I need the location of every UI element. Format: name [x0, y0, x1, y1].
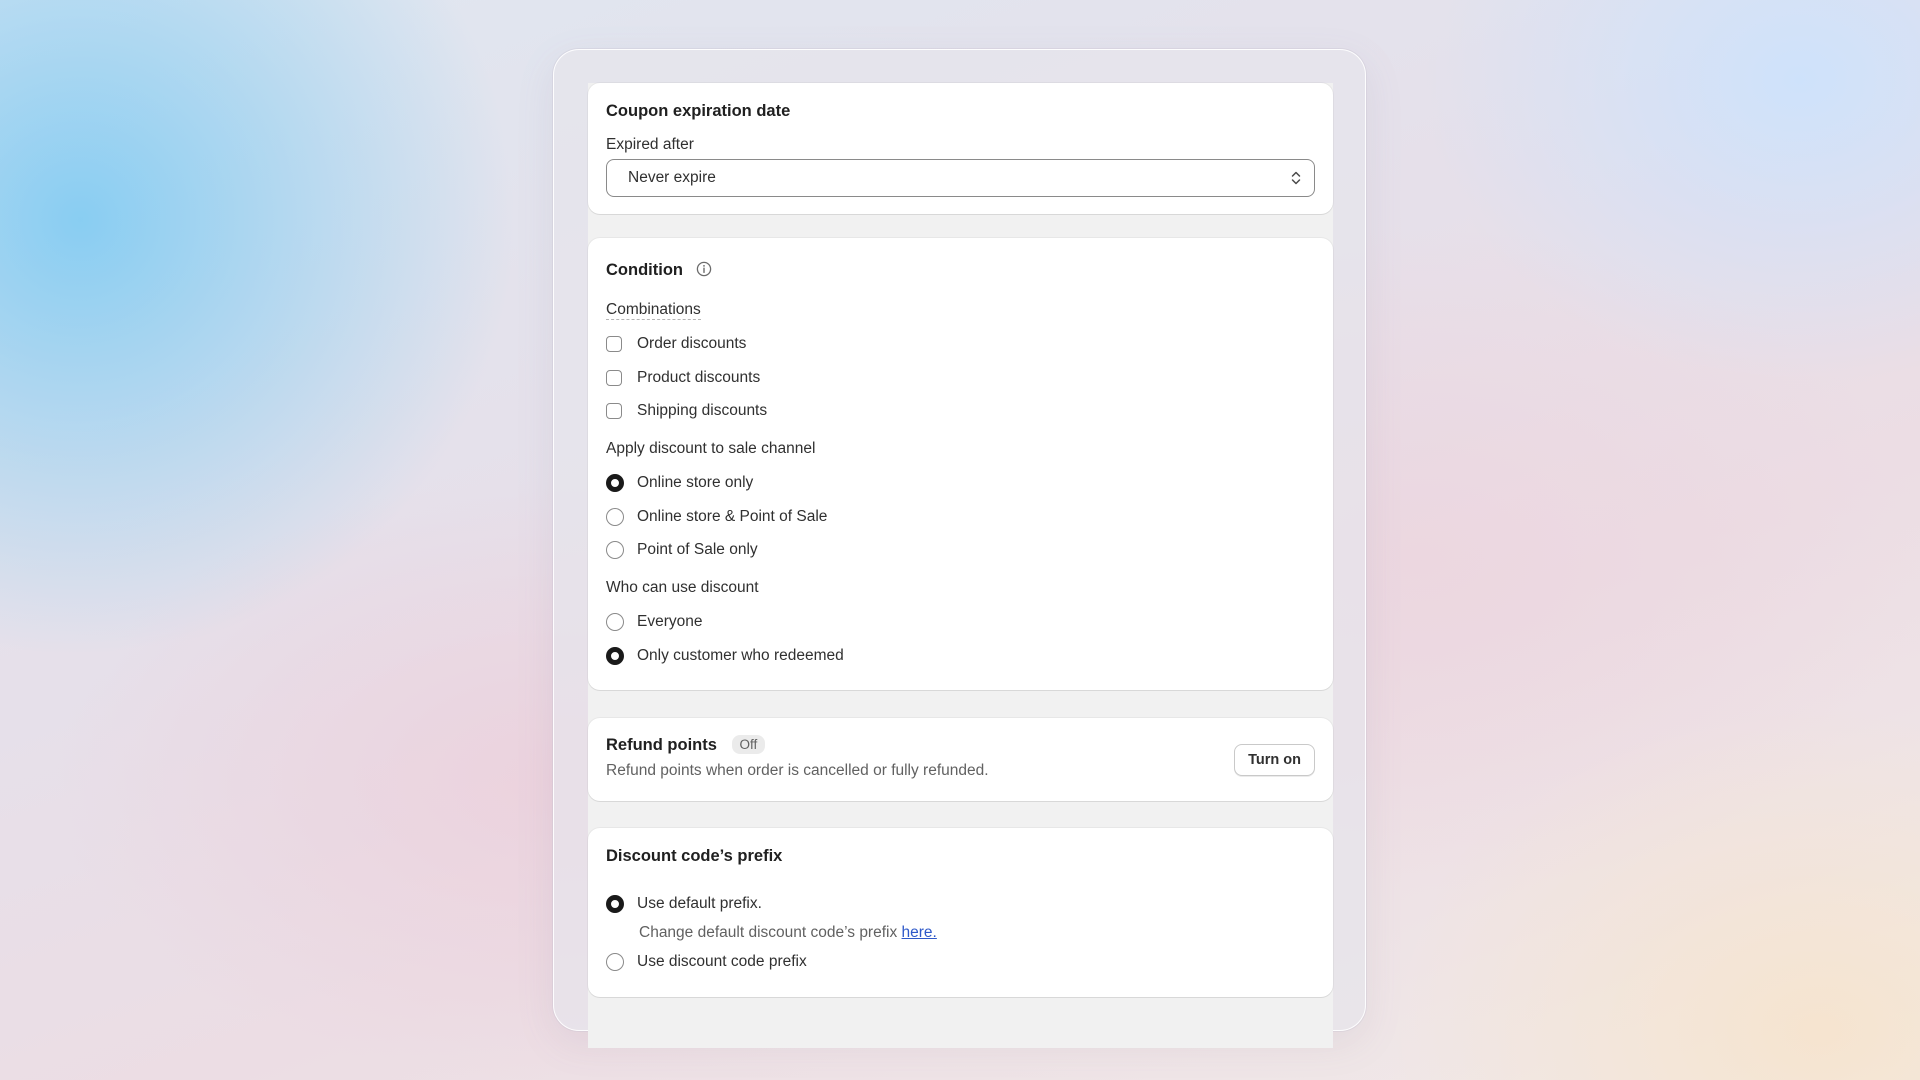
- combination-shipping-discounts[interactable]: Shipping discounts: [606, 400, 767, 422]
- refund-points-card: Refund points Off Refund points when ord…: [588, 718, 1333, 801]
- coupon-expiration-title: Coupon expiration date: [606, 102, 791, 120]
- turn-on-button[interactable]: Turn on: [1234, 744, 1315, 776]
- combinations-label: Combinations: [606, 301, 701, 320]
- online-store-only-label: Online store only: [637, 474, 754, 491]
- everyone-label: Everyone: [637, 613, 703, 630]
- coupon-expiration-card: Coupon expiration date Expired after Nev…: [588, 83, 1333, 214]
- order-discounts-label: Order discounts: [637, 335, 747, 352]
- discount-prefix-card: Discount code’s prefix Use default prefi…: [588, 828, 1333, 997]
- refund-points-title: Refund points Off: [606, 735, 766, 755]
- status-badge: Off: [731, 735, 766, 754]
- shipping-discounts-label: Shipping discounts: [637, 402, 768, 419]
- prefix-custom-option[interactable]: Use discount code prefix: [606, 951, 807, 973]
- info-icon[interactable]: [696, 261, 712, 277]
- pos-only-radio[interactable]: [606, 541, 624, 559]
- sale-channel-online-store-only[interactable]: Online store only: [606, 472, 753, 494]
- prefix-default-option[interactable]: Use default prefix.: [606, 893, 762, 915]
- who-can-use-label: Who can use discount: [606, 579, 759, 596]
- sale-channel-label: Apply discount to sale channel: [606, 440, 816, 457]
- sale-channel-online-and-pos[interactable]: Online store & Point of Sale: [606, 506, 827, 528]
- everyone-radio[interactable]: [606, 613, 624, 631]
- prefix-hint-text: Change default discount code’s prefix: [639, 924, 902, 941]
- refund-points-title-text: Refund points: [606, 736, 717, 754]
- order-discounts-checkbox[interactable]: [606, 336, 622, 352]
- custom-prefix-label: Use discount code prefix: [637, 953, 807, 970]
- who-can-use-everyone[interactable]: Everyone: [606, 611, 702, 633]
- refund-points-description: Refund points when order is cancelled or…: [606, 762, 989, 779]
- default-prefix-radio[interactable]: [606, 895, 624, 913]
- pos-only-label: Point of Sale only: [637, 541, 758, 558]
- expired-after-select[interactable]: Never expire: [606, 159, 1315, 197]
- online-and-pos-label: Online store & Point of Sale: [637, 508, 828, 525]
- online-and-pos-radio[interactable]: [606, 508, 624, 526]
- custom-prefix-radio[interactable]: [606, 953, 624, 971]
- condition-title: Condition: [606, 261, 712, 280]
- combination-product-discounts[interactable]: Product discounts: [606, 367, 760, 389]
- online-store-only-radio[interactable]: [606, 474, 624, 492]
- expired-after-value: Never expire: [628, 169, 716, 186]
- device-frame: Coupon expiration date Expired after Nev…: [553, 49, 1366, 1048]
- product-discounts-checkbox[interactable]: [606, 370, 622, 386]
- shipping-discounts-checkbox[interactable]: [606, 403, 622, 419]
- who-can-use-redeemed[interactable]: Only customer who redeemed: [606, 645, 844, 667]
- default-prefix-label: Use default prefix.: [637, 895, 762, 912]
- discount-prefix-title: Discount code’s prefix: [606, 847, 783, 865]
- redeemed-radio[interactable]: [606, 647, 624, 665]
- sale-channel-pos-only[interactable]: Point of Sale only: [606, 539, 758, 561]
- combination-order-discounts[interactable]: Order discounts: [606, 333, 746, 355]
- prefix-hint-link[interactable]: here.: [902, 924, 937, 941]
- combinations-label-text: Combinations: [606, 301, 701, 320]
- select-chevron-icon: [1291, 171, 1301, 185]
- redeemed-label: Only customer who redeemed: [637, 647, 844, 664]
- expired-after-label: Expired after: [606, 136, 694, 153]
- product-discounts-label: Product discounts: [637, 369, 761, 386]
- condition-title-text: Condition: [606, 261, 683, 279]
- prefix-hint: Change default discount code’s prefix he…: [639, 924, 937, 942]
- condition-card: Condition Combinations Order discounts P…: [588, 238, 1333, 690]
